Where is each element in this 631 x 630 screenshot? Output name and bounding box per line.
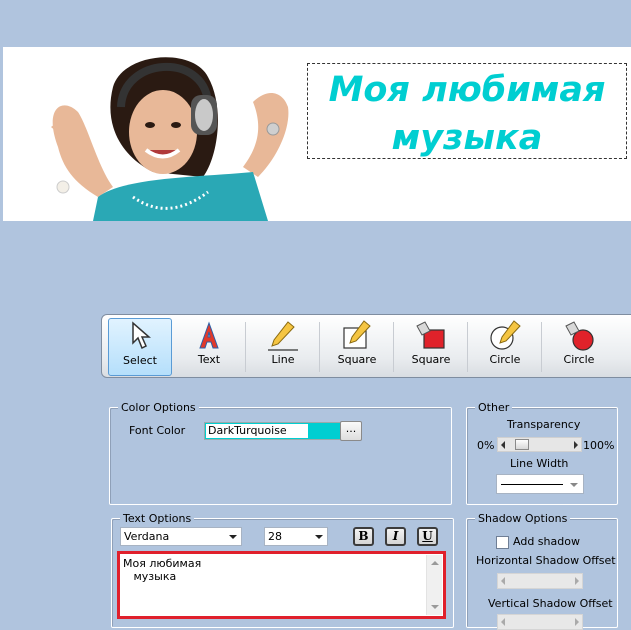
scroll-up-icon[interactable] xyxy=(431,561,439,565)
italic-label: I xyxy=(392,529,399,543)
tool-label: Text xyxy=(197,353,221,366)
tool-label: Circle xyxy=(563,353,595,366)
tool-label: Select xyxy=(123,354,157,367)
add-shadow-label: Add shadow xyxy=(513,535,580,548)
fill-circle-icon xyxy=(565,321,594,351)
scroll-right-icon[interactable] xyxy=(575,618,579,626)
font-family-value: Verdana xyxy=(124,530,170,543)
cursor-arrow-icon xyxy=(132,321,151,350)
slider-left-arrow-icon[interactable] xyxy=(501,441,505,449)
font-size-value: 28 xyxy=(268,530,282,543)
browse-label: ... xyxy=(345,422,357,435)
text-input-highlight: Моя любимая музыка xyxy=(117,551,446,619)
pencil-line-icon xyxy=(268,321,298,351)
font-size-select[interactable]: 28 xyxy=(264,527,328,546)
chevron-down-icon xyxy=(570,483,578,487)
underline-button[interactable]: U xyxy=(417,527,438,546)
line-width-select[interactable] xyxy=(496,474,584,494)
banner-text-line-1: Моя любимая xyxy=(328,70,606,110)
chevron-down-icon xyxy=(229,535,237,539)
banner-image: Моя любимая музыка xyxy=(3,47,631,221)
other-title: Other xyxy=(475,401,513,415)
tool-circle-outline[interactable]: Circle xyxy=(468,318,542,376)
shadow-options-title: Shadow Options xyxy=(475,512,571,526)
woman-with-headphones-photo xyxy=(3,47,333,221)
chevron-down-icon xyxy=(315,535,323,539)
transparency-min-label: 0% xyxy=(477,439,495,452)
line-width-label: Line Width xyxy=(510,457,569,470)
tool-text[interactable]: Text xyxy=(172,318,246,376)
fill-square-icon xyxy=(416,321,445,349)
scroll-left-icon[interactable] xyxy=(501,577,505,585)
line-width-preview xyxy=(501,484,563,485)
slider-right-arrow-icon[interactable] xyxy=(574,441,578,449)
drawing-toolbar: Select Text Line Square Square Circle Ci… xyxy=(101,314,631,378)
color-options-title: Color Options xyxy=(118,401,199,415)
tool-label: Line xyxy=(271,353,295,366)
pencil-circle-icon xyxy=(490,320,521,350)
text-input[interactable]: Моя любимая музыка xyxy=(123,557,425,613)
tool-square-outline[interactable]: Square xyxy=(320,318,394,376)
add-shadow-checkbox[interactable] xyxy=(496,536,509,549)
text-options-title: Text Options xyxy=(120,512,195,526)
bold-button[interactable]: B xyxy=(353,527,374,546)
banner-text-line-2: музыка xyxy=(391,118,543,158)
font-color-browse-button[interactable]: ... xyxy=(340,421,362,441)
pencil-square-icon xyxy=(343,320,371,349)
transparency-slider[interactable] xyxy=(497,437,582,452)
tool-label: Square xyxy=(337,353,377,366)
underline-label: U xyxy=(422,529,433,543)
tool-circle-fill[interactable]: Circle xyxy=(542,318,616,376)
scroll-down-icon[interactable] xyxy=(431,605,439,609)
slider-thumb[interactable] xyxy=(515,439,530,450)
font-color-label: Font Color xyxy=(129,424,186,437)
font-family-select[interactable]: Verdana xyxy=(120,527,242,546)
scroll-right-icon[interactable] xyxy=(575,577,579,585)
vertical-shadow-offset-slider[interactable] xyxy=(497,614,583,630)
tool-line[interactable]: Line xyxy=(246,318,320,376)
banner-text-selection[interactable]: Моя любимая музыка xyxy=(307,63,627,159)
tool-label: Circle xyxy=(489,353,521,366)
text-input-scrollbar[interactable] xyxy=(426,555,442,615)
tool-label: Square xyxy=(411,353,451,366)
vertical-shadow-label: Vertical Shadow Offset xyxy=(488,597,613,610)
tool-select[interactable]: Select xyxy=(108,318,172,376)
scroll-left-icon[interactable] xyxy=(501,618,505,626)
font-color-field[interactable]: DarkTurquoise xyxy=(204,422,342,440)
text-a-icon xyxy=(199,321,219,349)
horizontal-shadow-offset-slider[interactable] xyxy=(497,573,583,589)
italic-button[interactable]: I xyxy=(385,527,406,546)
transparency-max-label: 100% xyxy=(583,439,615,452)
transparency-label: Transparency xyxy=(507,418,581,431)
horizontal-shadow-label: Horizontal Shadow Offset xyxy=(476,554,616,567)
font-color-value: DarkTurquoise xyxy=(206,424,308,438)
bold-label: B xyxy=(358,529,369,543)
tool-square-fill[interactable]: Square xyxy=(394,318,468,376)
